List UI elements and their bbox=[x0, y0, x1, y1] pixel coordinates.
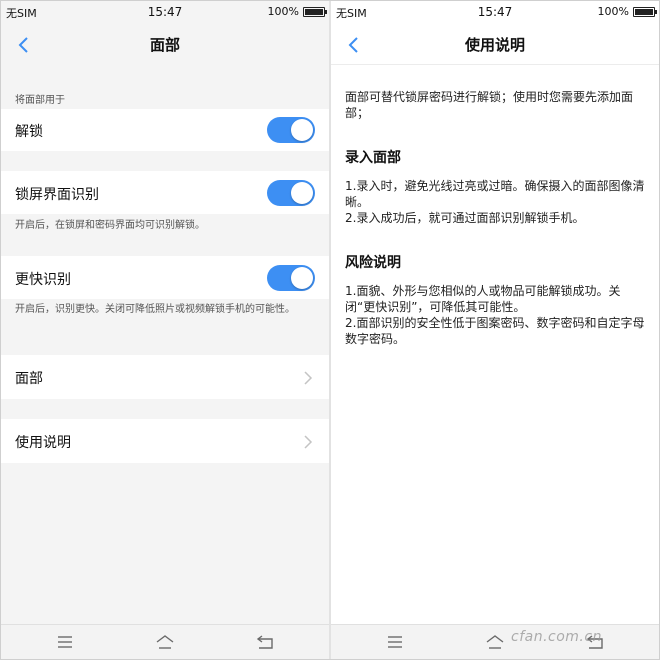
title-bar: 使用说明 bbox=[331, 23, 659, 65]
section-label: 将面部用于 bbox=[15, 95, 65, 106]
unlock-label: 解锁 bbox=[15, 124, 43, 140]
battery-icon bbox=[633, 7, 657, 17]
watermark: cfan.com.cn bbox=[511, 629, 602, 645]
unlock-row[interactable]: 解锁 bbox=[1, 109, 329, 151]
instructions-link-row[interactable]: 使用说明 bbox=[1, 419, 329, 463]
enroll-line-2: 2.录入成功后，就可通过面部识别解锁手机。 bbox=[345, 211, 585, 225]
faster-recognition-toggle[interactable] bbox=[267, 265, 315, 291]
home-icon[interactable] bbox=[155, 634, 175, 650]
system-nav-bar bbox=[331, 624, 659, 659]
menu-icon[interactable] bbox=[55, 634, 75, 650]
lockscreen-recognition-description: 开启后，在锁屏和密码界面均可识别解锁。 bbox=[15, 220, 205, 231]
risk-line-2: 2.面部识别的安全性低于图案密码、数字密码和自定字母数字密码。 bbox=[345, 316, 645, 346]
battery-percent: 100% bbox=[267, 5, 299, 18]
enroll-line-1: 1.录入时，避免光线过亮或过暗。确保摄入的面部图像清晰。 bbox=[345, 179, 645, 209]
menu-icon[interactable] bbox=[385, 634, 405, 650]
unlock-toggle[interactable] bbox=[267, 117, 315, 143]
instructions-link-label: 使用说明 bbox=[15, 435, 71, 451]
section-heading-enroll: 录入面部 bbox=[345, 150, 401, 166]
battery-percent: 100% bbox=[597, 5, 629, 18]
face-link-label: 面部 bbox=[15, 371, 43, 387]
instructions-screen: 无SIM 15:47 100% 使用说明 面部可替代锁屏密码进行解锁；使用时您需… bbox=[331, 1, 659, 659]
page-title: 面部 bbox=[149, 36, 180, 54]
lockscreen-recognition-label: 锁屏界面识别 bbox=[15, 187, 99, 203]
toggle-knob bbox=[291, 119, 313, 141]
lockscreen-recognition-toggle[interactable] bbox=[267, 180, 315, 206]
toggle-knob bbox=[291, 267, 313, 289]
home-icon[interactable] bbox=[485, 634, 505, 650]
faster-recognition-label: 更快识别 bbox=[15, 272, 71, 288]
status-bar: 无SIM 15:47 100% bbox=[331, 1, 659, 23]
return-icon[interactable] bbox=[255, 634, 275, 650]
risk-line-1: 1.面貌、外形与您相似的人或物品可能解锁成功。关闭“更快识别”，可降低其可能性。 bbox=[345, 284, 621, 314]
faster-recognition-row[interactable]: 更快识别 bbox=[1, 256, 329, 299]
chevron-right-icon bbox=[303, 370, 313, 385]
chevron-right-icon bbox=[303, 434, 313, 449]
page-title: 使用说明 bbox=[464, 36, 525, 54]
lockscreen-recognition-row[interactable]: 锁屏界面识别 bbox=[1, 171, 329, 214]
faster-recognition-description: 开启后，识别更快。关闭可降低照片或视频解锁手机的可能性。 bbox=[15, 304, 295, 315]
face-link-row[interactable]: 面部 bbox=[1, 355, 329, 399]
face-settings-screen: 无SIM 15:47 100% 面部 将面部用于 解锁 锁屏界面识别 开启后，在… bbox=[1, 1, 329, 659]
title-bar: 面部 bbox=[1, 23, 329, 65]
status-bar: 无SIM 15:47 100% bbox=[1, 1, 329, 23]
section-heading-risk: 风险说明 bbox=[345, 255, 401, 271]
battery-icon bbox=[303, 7, 327, 17]
intro-text: 面部可替代锁屏密码进行解锁；使用时您需要先添加面部； bbox=[345, 90, 634, 120]
system-nav-bar bbox=[1, 624, 329, 659]
toggle-knob bbox=[291, 182, 313, 204]
